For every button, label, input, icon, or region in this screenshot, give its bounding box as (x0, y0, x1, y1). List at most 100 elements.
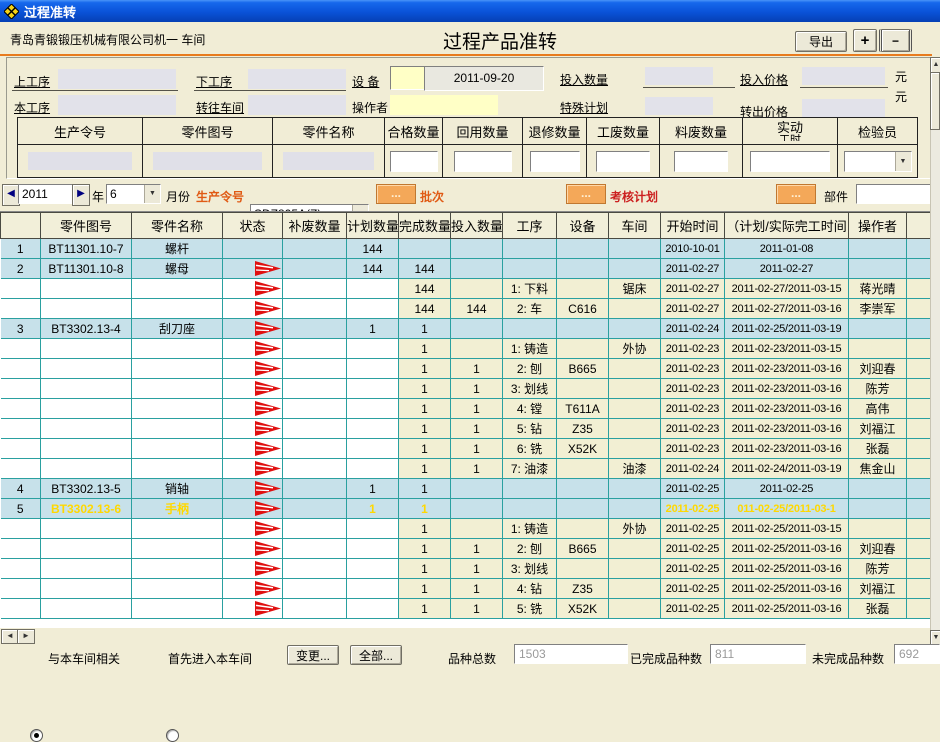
grid-cell-start[interactable]: 2011-02-25 (661, 499, 725, 519)
grid-cell-equip[interactable]: Z35 (557, 419, 609, 439)
grid-cell-patch[interactable] (283, 259, 347, 279)
grid-cell-plan[interactable] (347, 299, 399, 319)
grid-row[interactable]: 115: 钻Z352011-02-232011-02-23/2011-03-16… (1, 419, 931, 439)
grid-cell-start[interactable]: 2011-02-23 (661, 359, 725, 379)
grid-row[interactable]: 117: 油漆油漆2011-02-242011-02-24/2011-03-19… (1, 459, 931, 479)
grid-cell-proc[interactable]: 3: 划线 (503, 559, 557, 579)
grid-cell-name[interactable] (132, 359, 223, 379)
lower-op-label[interactable]: 下工序 (196, 73, 232, 90)
year-input[interactable]: 2011 (18, 184, 73, 204)
grid-row[interactable]: 116: 铣X52K2011-02-232011-02-23/2011-03-1… (1, 439, 931, 459)
grid-cell-fig[interactable] (41, 579, 132, 599)
out-price-field[interactable] (802, 99, 885, 117)
grid-cell-op[interactable]: 张磊 (849, 599, 907, 619)
grid-cell-proc[interactable]: 1: 铸造 (503, 339, 557, 359)
lower-op-field[interactable] (248, 69, 346, 89)
grid-cell-input[interactable] (451, 479, 503, 499)
grid-row[interactable]: 4BT3302.13-5销轴112011-02-252011-02-25 (1, 479, 931, 499)
grid-cell-done[interactable]: 144 (399, 279, 451, 299)
grid-cell-finish[interactable]: 2011-02-23/2011-03-16 (725, 419, 849, 439)
grid-cell-name[interactable] (132, 539, 223, 559)
grid-cell-equip[interactable] (557, 519, 609, 539)
grid-cell-name[interactable] (132, 599, 223, 619)
grid-cell-shop[interactable]: 外协 (609, 519, 661, 539)
grid-cell-status[interactable] (223, 579, 283, 599)
grid-cell-done[interactable]: 144 (399, 299, 451, 319)
grid-cell-proc[interactable] (503, 239, 557, 259)
grid-cell-equip[interactable] (557, 239, 609, 259)
grid-cell-op[interactable]: 高伟 (849, 399, 907, 419)
grid-cell-name[interactable] (132, 459, 223, 479)
grid-cell-plan[interactable] (347, 279, 399, 299)
grid-cell-fig[interactable] (41, 599, 132, 619)
grid-cell-equip[interactable]: B665 (557, 359, 609, 379)
grid-cell-input[interactable]: 1 (451, 579, 503, 599)
grid-cell-num[interactable]: 3 (1, 319, 41, 339)
grid-cell-fig[interactable] (41, 379, 132, 399)
grid-cell-op[interactable] (849, 519, 907, 539)
grid-cell-finish[interactable]: 2011-02-25/2011-03-15 (725, 519, 849, 539)
grid-cell-input[interactable]: 144 (451, 299, 503, 319)
grid-cell-op[interactable]: 刘福江 (849, 419, 907, 439)
grid-cell-tail[interactable] (907, 579, 931, 599)
grid-cell-shop[interactable] (609, 579, 661, 599)
grid-row[interactable]: 1BT11301.10-7螺杆1442010-10-012011-01-08 (1, 239, 931, 259)
grid-cell-status[interactable] (223, 239, 283, 259)
grid-cell-done[interactable]: 1 (399, 419, 451, 439)
batch-more-button[interactable]: ... (566, 184, 606, 204)
radio-related[interactable] (30, 729, 43, 742)
grid-cell-start[interactable]: 2011-02-23 (661, 439, 725, 459)
input-price-field[interactable] (802, 67, 885, 85)
grid-cell-shop[interactable] (609, 399, 661, 419)
grid-cell-name[interactable] (132, 559, 223, 579)
grid-cell-patch[interactable] (283, 479, 347, 499)
grid-cell-proc[interactable] (503, 499, 557, 519)
grid-cell-num[interactable] (1, 339, 41, 359)
grid-cell-start[interactable]: 2010-10-01 (661, 239, 725, 259)
grid-cell-plan[interactable] (347, 579, 399, 599)
grid-cell-finish[interactable]: 2011-02-27 (725, 259, 849, 279)
grid-cell-op[interactable]: 刘迎春 (849, 539, 907, 559)
grid-cell-plan[interactable]: 1 (347, 319, 399, 339)
vertical-scrollbar[interactable] (930, 57, 940, 644)
grid-cell-name[interactable] (132, 419, 223, 439)
grid-cell-num[interactable]: 1 (1, 239, 41, 259)
grid-cell-fig[interactable]: BT3302.13-4 (41, 319, 132, 339)
grid-cell-start[interactable]: 2011-02-25 (661, 539, 725, 559)
assess-plan-more-button[interactable]: ... (776, 184, 816, 204)
grid-cell-fig[interactable] (41, 359, 132, 379)
grid-cell-tail[interactable] (907, 339, 931, 359)
grid-cell-plan[interactable]: 1 (347, 479, 399, 499)
grid-cell-plan[interactable] (347, 599, 399, 619)
grid-row[interactable]: 3BT3302.13-4刮刀座112011-02-242011-02-25/20… (1, 319, 931, 339)
grid-cell-done[interactable] (399, 239, 451, 259)
grid-cell-shop[interactable]: 锯床 (609, 279, 661, 299)
entry-reuse-input[interactable] (454, 151, 512, 172)
chevron-down-icon[interactable]: ▼ (895, 152, 911, 171)
grid-cell-patch[interactable] (283, 319, 347, 339)
grid-cell-plan[interactable] (347, 359, 399, 379)
grid-row[interactable]: 1441: 下料锯床2011-02-272011-02-27/2011-03-1… (1, 279, 931, 299)
grid-cell-finish[interactable]: 011-02-25/2011-03-1 (725, 499, 849, 519)
grid-cell-num[interactable] (1, 519, 41, 539)
grid-cell-fig[interactable]: BT3302.13-5 (41, 479, 132, 499)
grid-cell-tail[interactable] (907, 319, 931, 339)
grid-row[interactable]: 11: 铸造外协2011-02-232011-02-23/2011-03-15 (1, 339, 931, 359)
grid-cell-patch[interactable] (283, 579, 347, 599)
grid-cell-num[interactable] (1, 439, 41, 459)
scroll-up-icon[interactable]: ▲ (930, 57, 940, 73)
grid-row[interactable]: 2BT11301.10-8螺母1441442011-02-272011-02-2… (1, 259, 931, 279)
equipment-label[interactable]: 设 备 (352, 73, 379, 90)
grid-cell-shop[interactable] (609, 419, 661, 439)
grid-cell-fig[interactable] (41, 539, 132, 559)
grid-cell-equip[interactable] (557, 459, 609, 479)
grid-cell-plan[interactable] (347, 539, 399, 559)
grid-cell-start[interactable]: 2011-02-25 (661, 479, 725, 499)
grid-cell-start[interactable]: 2011-02-23 (661, 419, 725, 439)
grid-cell-fig[interactable] (41, 519, 132, 539)
grid-cell-tail[interactable] (907, 459, 931, 479)
grid-cell-status[interactable] (223, 439, 283, 459)
entry-actual-input[interactable] (750, 151, 830, 172)
grid-cell-name[interactable]: 销轴 (132, 479, 223, 499)
operator-field[interactable] (390, 95, 498, 115)
